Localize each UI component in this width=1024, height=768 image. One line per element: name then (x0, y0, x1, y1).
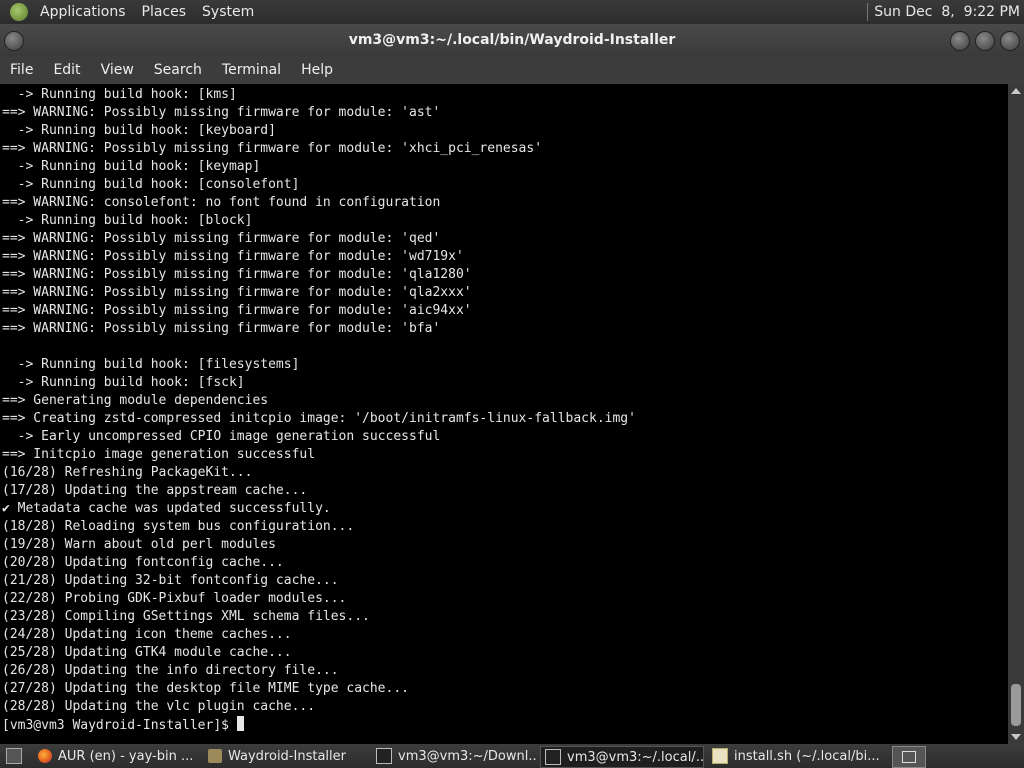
top-panel: Applications Places System Sun Dec 8, 9:… (0, 0, 1024, 24)
terminal-menubar: File Edit View Search Terminal Help (0, 56, 1024, 84)
terminal-line: ==> Creating zstd-compressed initcpio im… (2, 411, 636, 426)
terminal-line: (26/28) Updating the info directory file… (2, 663, 339, 678)
panel-separator (867, 3, 869, 21)
terminal-line: ==> Initcpio image generation successful (2, 447, 316, 462)
clock[interactable]: Sun Dec 8, 9:22 PM (874, 4, 1024, 20)
terminal-line: ==> WARNING: Possibly missing firmware f… (2, 285, 472, 300)
scroll-up-arrow-icon[interactable] (1011, 88, 1021, 94)
menu-file[interactable]: File (0, 62, 43, 78)
terminal-line: ==> WARNING: Possibly missing firmware f… (2, 141, 543, 156)
taskbar-item-terminal-active[interactable]: vm3@vm3:~/.local/... (540, 746, 704, 768)
shell-prompt-line[interactable]: [vm3@vm3 Waydroid-Installer]$ (2, 716, 636, 734)
workspace-switcher[interactable] (892, 746, 926, 768)
terminal-line: -> Running build hook: [fsck] (2, 375, 245, 390)
terminal-scrollbar[interactable] (1008, 84, 1024, 744)
terminal-line: ==> WARNING: Possibly missing firmware f… (2, 267, 472, 282)
terminal-line: (25/28) Updating GTK4 module cache... (2, 645, 292, 660)
terminal-line: -> Running build hook: [block] (2, 213, 253, 228)
show-desktop-icon (6, 748, 22, 764)
menu-search[interactable]: Search (144, 62, 212, 78)
terminal-line: (21/28) Updating 32-bit fontconfig cache… (2, 573, 339, 588)
show-desktop-button[interactable] (2, 746, 26, 766)
minimize-button[interactable] (950, 31, 970, 51)
applications-menu[interactable]: Applications (32, 4, 134, 20)
terminal-line: (17/28) Updating the appstream cache... (2, 483, 308, 498)
system-menu[interactable]: System (194, 4, 262, 20)
terminal-line: -> Early uncompressed CPIO image generat… (2, 429, 441, 444)
folder-icon (208, 749, 222, 763)
maximize-button[interactable] (975, 31, 995, 51)
taskbar-item-label: vm3@vm3:~/Downl... (398, 748, 536, 764)
close-button[interactable] (1000, 31, 1020, 51)
terminal-line: (20/28) Updating fontconfig cache... (2, 555, 284, 570)
bottom-taskbar: AUR (en) - yay-bin ... Waydroid-Installe… (0, 744, 1024, 768)
scroll-down-arrow-icon[interactable] (1011, 734, 1021, 740)
taskbar-item-text-editor[interactable]: install.sh (~/.local/bi... (708, 746, 880, 766)
distro-logo-icon[interactable] (10, 3, 28, 21)
terminal-line: (24/28) Updating icon theme caches... (2, 627, 292, 642)
taskbar-item-file-manager[interactable]: Waydroid-Installer (204, 746, 368, 766)
terminal-icon (545, 749, 561, 765)
places-menu[interactable]: Places (134, 4, 195, 20)
terminal-line: ==> WARNING: Possibly missing firmware f… (2, 249, 464, 264)
menu-edit[interactable]: Edit (43, 62, 90, 78)
terminal-line: -> Running build hook: [keymap] (2, 159, 261, 174)
taskbar-item-label: vm3@vm3:~/.local/... (567, 749, 704, 765)
text-cursor (236, 716, 244, 731)
terminal-output[interactable]: -> Running build hook: [kms] ==> WARNING:… (0, 84, 1008, 744)
terminal-line: (18/28) Reloading system bus configurati… (2, 519, 355, 534)
terminal-line: ==> WARNING: Possibly missing firmware f… (2, 105, 441, 120)
terminal-line: ==> WARNING: Possibly missing firmware f… (2, 321, 441, 336)
terminal-icon (376, 748, 392, 764)
scrollbar-thumb[interactable] (1011, 684, 1021, 726)
terminal-line: ==> WARNING: Possibly missing firmware f… (2, 231, 441, 246)
taskbar-item-label: AUR (en) - yay-bin ... (58, 748, 194, 764)
window-titlebar[interactable]: vm3@vm3:~/.local/bin/Waydroid-Installer (0, 24, 1024, 56)
workspace-icon (902, 751, 916, 763)
text-editor-icon (712, 748, 728, 764)
terminal-line: (16/28) Refreshing PackageKit... (2, 465, 253, 480)
taskbar-item-label: Waydroid-Installer (228, 748, 346, 764)
menu-view[interactable]: View (91, 62, 144, 78)
window-title: vm3@vm3:~/.local/bin/Waydroid-Installer (348, 32, 676, 48)
terminal-line: -> Running build hook: [consolefont] (2, 177, 300, 192)
menu-help[interactable]: Help (291, 62, 343, 78)
terminal-lines: -> Running build hook: [kms] ==> WARNING:… (2, 86, 636, 734)
terminal-line: (22/28) Probing GDK-Pixbuf loader module… (2, 591, 347, 606)
firefox-icon (38, 749, 52, 763)
terminal-line: -> Running build hook: [filesystems] (2, 357, 300, 372)
taskbar-item-terminal-downloads[interactable]: vm3@vm3:~/Downl... (372, 746, 536, 766)
terminal-line: ==> Generating module dependencies (2, 393, 269, 408)
terminal-line: (27/28) Updating the desktop file MIME t… (2, 681, 409, 696)
taskbar-item-firefox[interactable]: AUR (en) - yay-bin ... (34, 746, 200, 766)
terminal-line: -> Running build hook: [keyboard] (2, 123, 276, 138)
terminal-line: ✔ Metadata cache was updated successfull… (2, 501, 331, 516)
terminal-line: ==> WARNING: consolefont: no font found … (2, 195, 441, 210)
terminal-line: -> Running build hook: [kms] (2, 87, 237, 102)
taskbar-item-label: install.sh (~/.local/bi... (734, 748, 880, 764)
terminal-line: (19/28) Warn about old perl modules (2, 537, 276, 552)
menu-terminal[interactable]: Terminal (212, 62, 291, 78)
terminal-line: ==> WARNING: Possibly missing firmware f… (2, 303, 472, 318)
shell-prompt: [vm3@vm3 Waydroid-Installer]$ (2, 718, 237, 733)
terminal-line: (28/28) Updating the vlc plugin cache... (2, 699, 316, 714)
terminal-line: (23/28) Compiling GSettings XML schema f… (2, 609, 370, 624)
